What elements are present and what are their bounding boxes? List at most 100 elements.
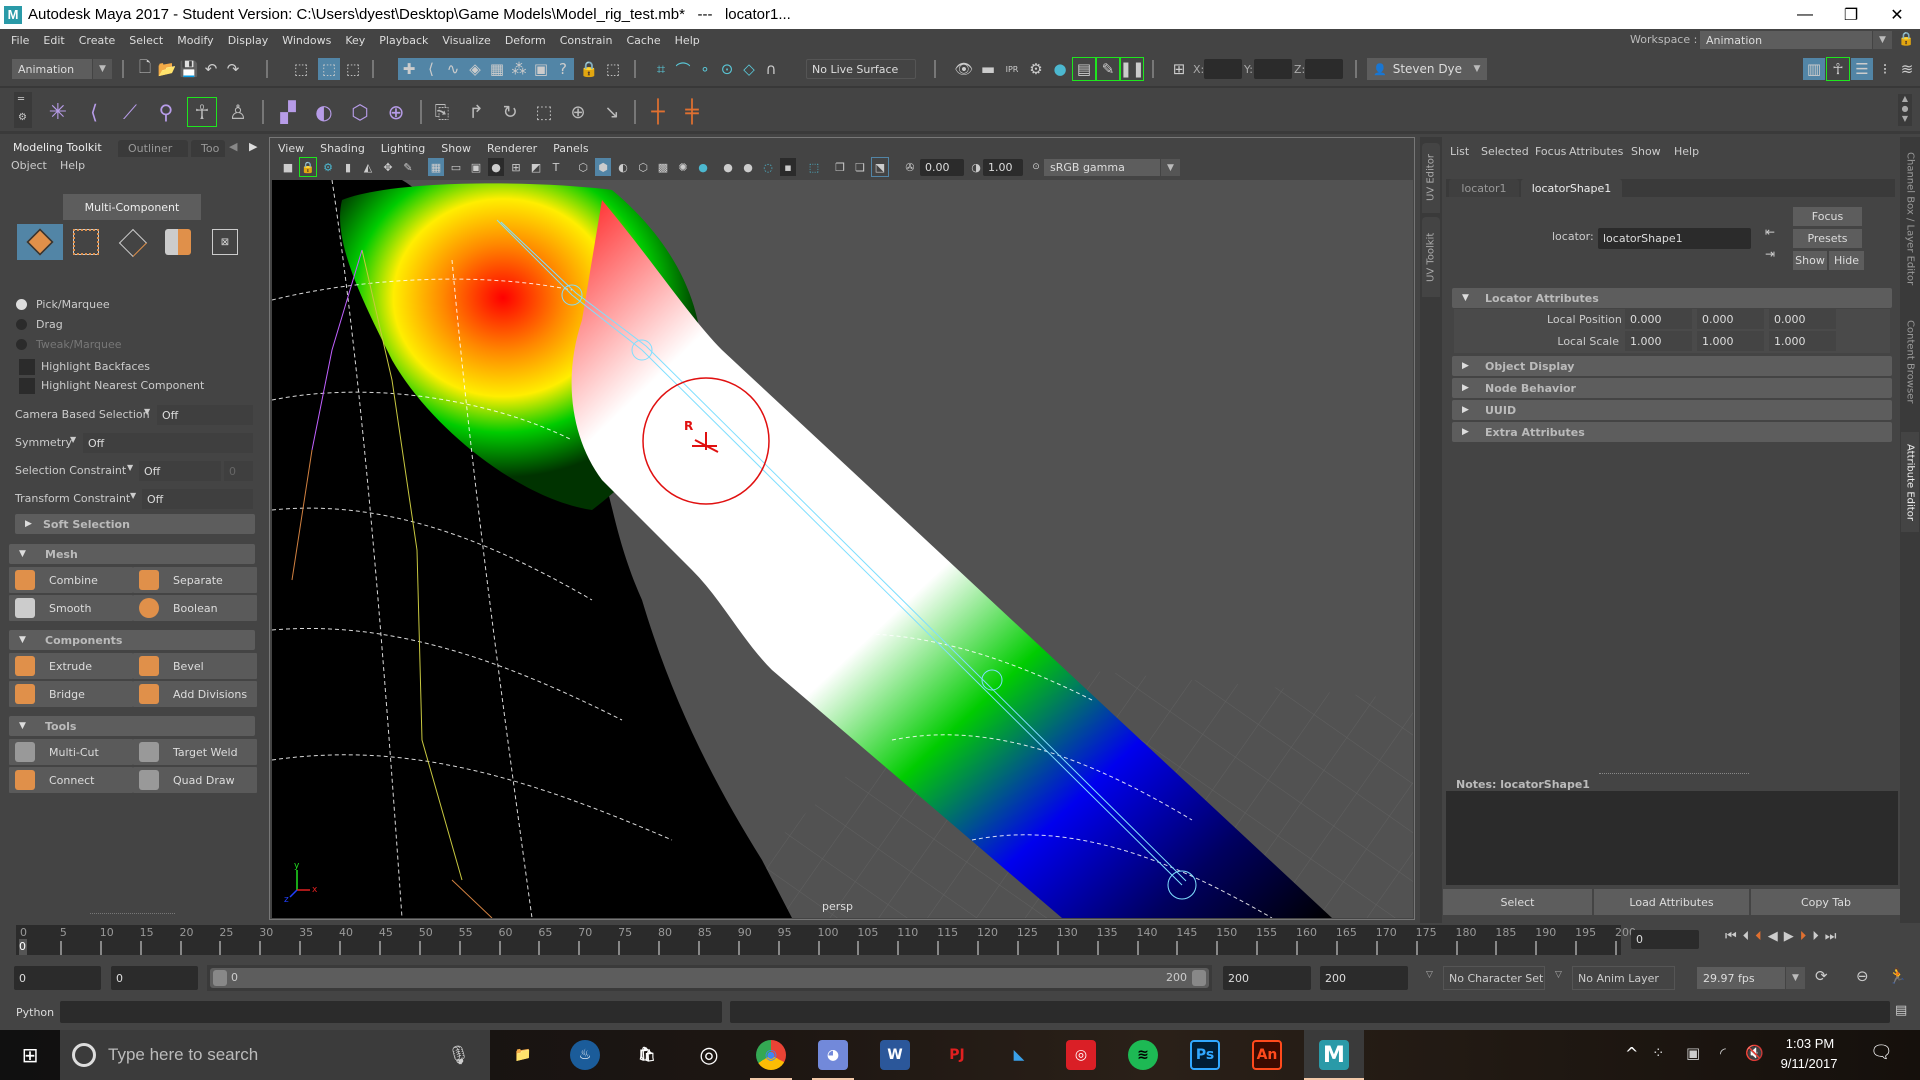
z-input[interactable] xyxy=(1305,59,1343,79)
taskbar-app-project64[interactable]: PJ xyxy=(932,1030,982,1080)
menu-modify[interactable]: Modify xyxy=(170,34,220,47)
hypershade-icon[interactable]: ● xyxy=(1049,58,1071,80)
copy-connection-in-icon[interactable]: ⇤ xyxy=(1765,225,1775,239)
viewport-menu-renderer[interactable]: Renderer xyxy=(479,142,545,155)
clock-time[interactable]: 1:03 PM xyxy=(1780,1036,1840,1051)
grease-pencil-icon[interactable]: ✎ xyxy=(400,158,416,176)
select-misc-icon[interactable]: ? xyxy=(552,58,574,80)
taskbar-app-store[interactable]: 🛍 xyxy=(622,1030,672,1080)
time-slider-track[interactable]: 0 5 10 15 20 25 30 35 40 45 50 55 60 65 70 75 80 85 90 95 10… xyxy=(16,925,1636,955)
load-attributes-button[interactable]: Load Attributes xyxy=(1594,889,1749,915)
gamma-icon[interactable]: ◑ xyxy=(968,158,984,176)
render-settings-icon[interactable]: ⚙ xyxy=(1025,58,1047,80)
highlight-selection-icon[interactable]: ⬚ xyxy=(602,58,624,80)
play-forward-icon[interactable]: ▶ xyxy=(1784,929,1794,944)
attribute-editor-toggle-icon[interactable]: ☰ xyxy=(1851,58,1873,80)
play-backward-icon[interactable]: ◀ xyxy=(1768,929,1778,944)
fps-dropdown[interactable]: 29.97 fps ▼ xyxy=(1697,967,1805,989)
viewport-menu-panels[interactable]: Panels xyxy=(545,142,596,155)
content-browser-tab[interactable]: Content Browser xyxy=(1901,312,1919,412)
joint-tool-icon[interactable]: ✳ xyxy=(44,98,72,126)
viewport-menu-view[interactable]: View xyxy=(270,142,312,155)
snap-curve-icon[interactable]: ⌒ xyxy=(672,58,694,80)
taskbar-app-chrome[interactable]: ◉ xyxy=(746,1030,796,1080)
menu-help[interactable]: Help xyxy=(60,159,85,172)
camera-based-selection-field[interactable]: Off xyxy=(157,405,253,425)
select-curves-icon[interactable]: ∿ xyxy=(442,58,464,80)
range-slider-bar[interactable]: 0 200 xyxy=(210,968,1209,988)
local-position-x[interactable]: 0.000 xyxy=(1625,309,1692,329)
xray-active-icon[interactable]: ❏ xyxy=(852,158,868,176)
target-weld-button[interactable]: Target Weld xyxy=(133,739,257,765)
bridge-button[interactable]: Bridge xyxy=(9,681,133,707)
ae-menu-selected[interactable]: Selected xyxy=(1481,145,1529,158)
playback-end-field[interactable]: 200 xyxy=(1223,966,1311,990)
multi-component-button[interactable]: Multi-Component xyxy=(63,194,201,220)
exposure-icon[interactable]: ✇ xyxy=(902,158,918,176)
bookmarks-icon[interactable]: ▮ xyxy=(340,158,356,176)
character-controls-toggle-icon[interactable]: ☥ xyxy=(1826,57,1850,81)
step-forward-key-icon[interactable]: ⏵ xyxy=(1812,929,1819,944)
uuid-header[interactable]: ▶ UUID xyxy=(1452,400,1892,420)
uv-toolkit-tab[interactable]: UV Toolkit xyxy=(1422,217,1440,297)
edge-mode-icon[interactable] xyxy=(118,228,148,258)
redo-icon[interactable]: ↷ xyxy=(222,58,244,80)
mesh-section-header[interactable]: ▼ Mesh xyxy=(9,544,255,564)
channel-box-toggle-icon[interactable]: ≋ xyxy=(1896,58,1918,80)
scale-constraint-icon[interactable]: ⬚ xyxy=(530,98,558,126)
select-surfaces-icon[interactable]: ◈ xyxy=(464,58,486,80)
step-back-frame-icon[interactable]: ⏴ xyxy=(1755,929,1762,944)
xray-icon[interactable]: ▩ xyxy=(655,158,671,176)
node-name-input[interactable]: locatorShape1 xyxy=(1598,228,1751,249)
lock-camera-icon[interactable]: 🔒 xyxy=(299,157,317,177)
tab-locator1[interactable]: locator1 xyxy=(1449,179,1519,197)
wireframe-on-shaded-icon[interactable]: ⬡ xyxy=(635,158,651,176)
select-by-component-icon[interactable]: ⬚ xyxy=(342,58,364,80)
extrude-button[interactable]: Extrude xyxy=(9,653,133,679)
transform-constraint-dropdown-icon[interactable]: ▼ xyxy=(130,491,136,500)
panel-resize-handle[interactable] xyxy=(90,913,175,914)
aim-constraint-icon[interactable]: ⊕ xyxy=(564,98,592,126)
tab-scroll-right-icon[interactable]: ▶ xyxy=(249,140,257,153)
select-handles-icon[interactable]: ✚ xyxy=(398,58,420,80)
step-back-key-icon[interactable]: ⏴ xyxy=(1743,929,1750,944)
backface-culling-icon[interactable]: ⬔ xyxy=(871,157,889,177)
menu-playback[interactable]: Playback xyxy=(372,34,435,47)
step-forward-frame-icon[interactable]: ⏵ xyxy=(1800,929,1807,944)
input-transform-icon[interactable]: ⊞ xyxy=(1168,58,1190,80)
humanik-icon[interactable]: ☥ xyxy=(187,97,217,127)
ae-menu-attributes[interactable]: Attributes xyxy=(1569,145,1623,158)
ae-menu-focus[interactable]: Focus xyxy=(1535,145,1566,158)
menu-visualize[interactable]: Visualize xyxy=(435,34,497,47)
open-scene-icon[interactable]: 📂 xyxy=(156,58,178,80)
animation-preferences-icon[interactable]: 🏃 xyxy=(1888,967,1907,985)
snap-point-icon[interactable]: ∘ xyxy=(694,58,716,80)
local-scale-x[interactable]: 1.000 xyxy=(1625,331,1692,351)
snap-grid-icon[interactable]: ⌗ xyxy=(650,58,672,80)
snap-magnet-icon[interactable]: ∩ xyxy=(760,58,782,80)
menu-select[interactable]: Select xyxy=(122,34,170,47)
attribute-editor-tab[interactable]: Attribute Editor xyxy=(1901,432,1919,532)
soft-selection-header[interactable]: ▶ Soft Selection xyxy=(15,514,255,534)
image-plane-icon[interactable]: ◭ xyxy=(360,158,376,176)
go-to-start-icon[interactable]: ⏮ xyxy=(1725,929,1737,944)
bind-skin-icon[interactable]: ⚲ xyxy=(152,98,180,126)
viewport-menu-lighting[interactable]: Lighting xyxy=(373,142,433,155)
parent-constraint-icon[interactable]: ⎘ xyxy=(428,98,456,126)
set-key-icon[interactable]: ┼ xyxy=(644,98,672,126)
shelf-tab-menu[interactable]: ═ ⚙ xyxy=(14,92,32,128)
script-language-label[interactable]: Python xyxy=(16,1006,54,1019)
bevel-button[interactable]: Bevel xyxy=(133,653,257,679)
gamma-field[interactable]: 1.00 xyxy=(983,159,1023,176)
lattice-icon[interactable]: ⬡ xyxy=(346,98,374,126)
start-button[interactable]: ⊞ xyxy=(5,1030,55,1080)
tab-scroll-left-icon[interactable]: ◀ xyxy=(229,140,237,153)
menu-display[interactable]: Display xyxy=(221,34,276,47)
wifi-icon[interactable]: ◜ xyxy=(1720,1044,1726,1062)
taskbar-app-maya[interactable]: M xyxy=(1304,1030,1364,1080)
anim-layer-field[interactable]: No Anim Layer xyxy=(1572,966,1675,990)
presets-button[interactable]: Presets xyxy=(1793,229,1862,248)
object-mode-button[interactable] xyxy=(17,224,63,260)
channel-box-tab[interactable]: Channel Box / Layer Editor xyxy=(1901,149,1919,289)
copy-tab-button[interactable]: Copy Tab xyxy=(1751,889,1901,915)
